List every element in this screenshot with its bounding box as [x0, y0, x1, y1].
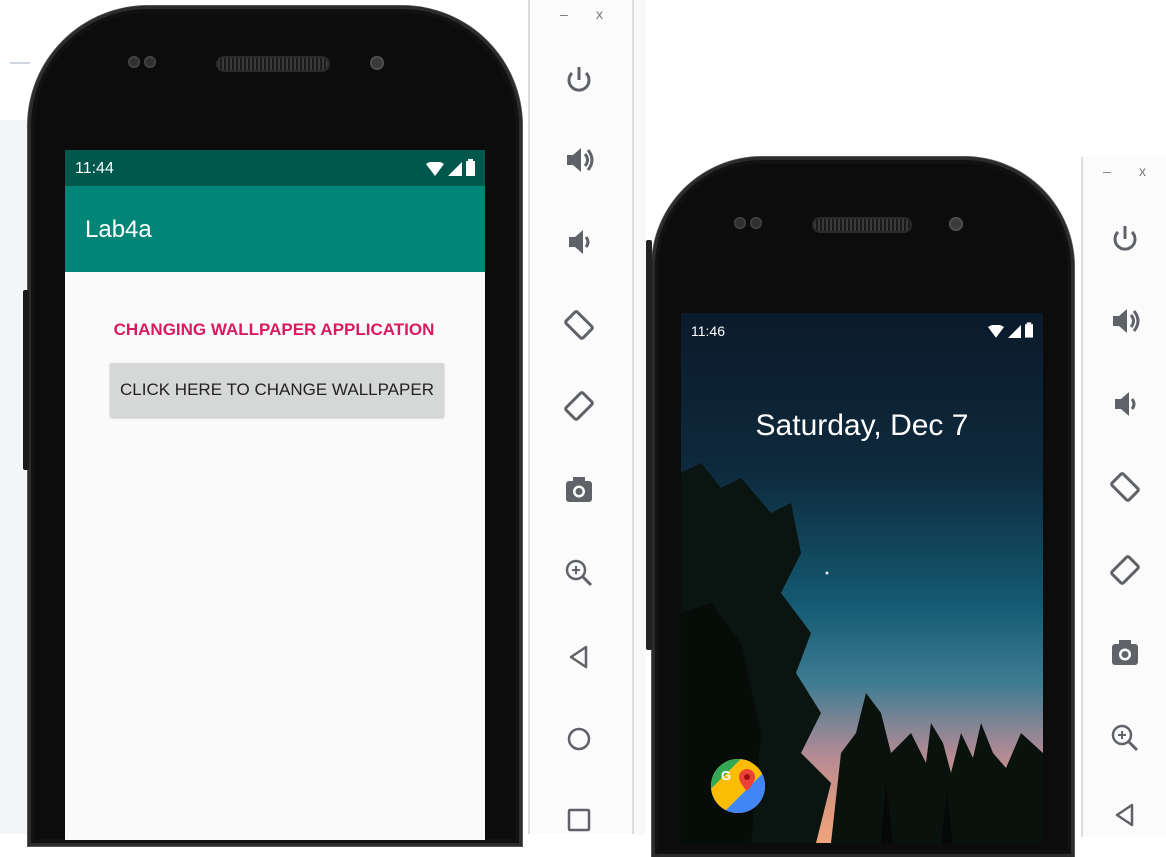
- overview-icon[interactable]: [559, 800, 599, 840]
- signal-icon: [1008, 325, 1021, 338]
- rotate-left-icon[interactable]: [1105, 467, 1145, 507]
- front-sensors: [734, 217, 774, 231]
- status-time: 11:44: [75, 160, 114, 177]
- rotate-right-icon[interactable]: [1105, 550, 1145, 590]
- system-icons: [426, 159, 475, 176]
- minimize-button[interactable]: –: [1103, 163, 1111, 179]
- maps-app-icon[interactable]: G: [711, 759, 765, 813]
- side-button: [23, 290, 29, 470]
- back-icon[interactable]: [1105, 795, 1145, 835]
- camera-icon[interactable]: [1105, 633, 1145, 673]
- status-bar: 11:44: [65, 150, 485, 186]
- change-wallpaper-button[interactable]: CLICK HERE TO CHANGE WALLPAPER: [110, 363, 444, 417]
- battery-icon: [466, 159, 475, 176]
- page-heading: CHANGING WALLPAPER APPLICATION: [113, 320, 435, 339]
- volume-up-icon[interactable]: [1105, 301, 1145, 341]
- earpiece-speaker: [218, 58, 328, 70]
- maps-icon: [711, 759, 765, 813]
- back-icon[interactable]: [559, 637, 599, 677]
- close-button[interactable]: x: [1139, 163, 1146, 179]
- rotate-left-icon[interactable]: [559, 305, 599, 345]
- front-sensors: [128, 56, 168, 70]
- zoom-icon[interactable]: [559, 553, 599, 593]
- system-icons: [988, 322, 1033, 338]
- volume-down-icon[interactable]: [559, 222, 599, 262]
- screen-right: 11:46 Saturday, Dec 7 G: [681, 313, 1043, 843]
- status-time: 11:46: [691, 323, 725, 339]
- power-icon[interactable]: [559, 60, 599, 100]
- signal-icon: [448, 162, 462, 176]
- ide-divider: [10, 62, 30, 64]
- lockscreen-date: Saturday, Dec 7: [755, 409, 969, 442]
- screen-left: 11:44 Lab4a CHANGING WALLPAPER APPLICATI…: [65, 150, 485, 840]
- wifi-icon: [426, 162, 444, 176]
- power-icon[interactable]: [1105, 219, 1145, 259]
- side-button: [646, 240, 652, 650]
- front-camera: [370, 56, 384, 70]
- emulator-toolbar-right: – x: [1081, 157, 1166, 837]
- zoom-icon[interactable]: [1105, 718, 1145, 758]
- home-icon[interactable]: [559, 719, 599, 759]
- earpiece-speaker: [814, 219, 910, 231]
- volume-down-icon[interactable]: [1105, 384, 1145, 424]
- front-camera: [949, 217, 963, 231]
- status-bar: 11:46: [681, 313, 1043, 349]
- wifi-icon: [988, 325, 1004, 338]
- maps-glyph: G: [721, 768, 732, 783]
- app-title: Lab4a: [85, 216, 152, 243]
- app-bar: Lab4a: [65, 186, 485, 272]
- ide-background-right: [632, 0, 646, 834]
- ide-background: [0, 120, 30, 834]
- battery-icon: [1025, 322, 1033, 338]
- emulator-toolbar-left: – x: [528, 0, 634, 834]
- volume-up-icon[interactable]: [559, 140, 599, 180]
- camera-icon[interactable]: [559, 470, 599, 510]
- rotate-right-icon[interactable]: [559, 386, 599, 426]
- close-button[interactable]: x: [596, 6, 603, 22]
- minimize-button[interactable]: –: [560, 6, 568, 22]
